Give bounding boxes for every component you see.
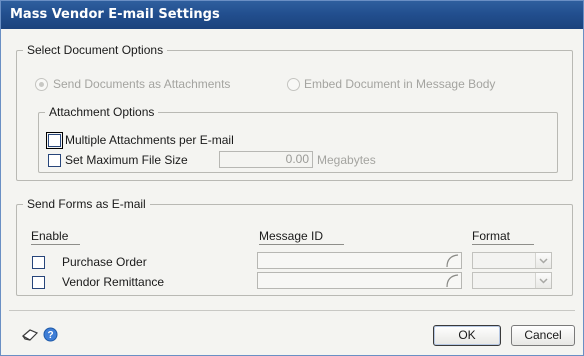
svg-text:?: ? [47, 330, 53, 341]
purchase-order-message-id-input[interactable] [257, 252, 462, 269]
enable-column-header: Enable [31, 229, 80, 245]
send-as-attachments-label[interactable]: Send Documents as Attachments [53, 77, 230, 91]
max-file-size-checkbox[interactable] [48, 154, 61, 167]
send-forms-legend: Send Forms as E-mail [27, 197, 146, 211]
embed-in-body-label[interactable]: Embed Document in Message Body [304, 77, 495, 91]
vendor-remittance-label: Vendor Remittance [62, 275, 165, 289]
multiple-attachments-label[interactable]: Multiple Attachments per E-mail [65, 133, 234, 147]
max-file-size-value: 0.00 [285, 152, 309, 166]
purchase-order-format-dropdown-arrow[interactable] [535, 253, 551, 268]
purchase-order-format-select[interactable] [472, 252, 552, 269]
vendor-remittance-format-select[interactable] [472, 272, 552, 289]
cancel-button-label: Cancel [524, 328, 562, 342]
chevron-down-icon [539, 278, 548, 284]
vendor-remittance-enable-checkbox[interactable] [32, 276, 45, 289]
document-options-legend: Select Document Options [27, 43, 164, 57]
dialog-window: Mass Vendor E-mail Settings Select Docum… [0, 0, 584, 356]
window-title: Mass Vendor E-mail Settings [10, 7, 220, 22]
format-column-header: Format [472, 229, 534, 245]
message-id-column-header: Message ID [259, 229, 344, 245]
purchase-order-label: Purchase Order [62, 255, 147, 269]
note-icon[interactable] [21, 327, 39, 343]
title-bar: Mass Vendor E-mail Settings [1, 1, 583, 29]
multiple-attachments-checkbox[interactable] [46, 132, 63, 149]
embed-in-body-radio[interactable] [287, 78, 300, 91]
purchase-order-enable-checkbox[interactable] [32, 256, 45, 269]
ok-button-label: OK [458, 328, 476, 342]
footer-divider [9, 310, 575, 311]
help-icon[interactable]: ? [43, 327, 58, 342]
cancel-button[interactable]: Cancel [511, 325, 575, 346]
ok-button[interactable]: OK [433, 325, 501, 346]
send-as-attachments-radio[interactable] [35, 78, 48, 91]
megabytes-unit-label: Megabytes [317, 153, 376, 167]
vendor-remittance-message-id-input[interactable] [257, 272, 462, 289]
vendor-remittance-lookup-icon[interactable] [445, 273, 460, 288]
purchase-order-lookup-icon[interactable] [445, 253, 460, 268]
chevron-down-icon [539, 258, 548, 264]
max-file-size-input[interactable]: 0.00 [219, 151, 313, 168]
attachment-options-legend: Attachment Options [49, 105, 155, 119]
max-file-size-label[interactable]: Set Maximum File Size [65, 153, 188, 167]
vendor-remittance-format-dropdown-arrow[interactable] [535, 273, 551, 288]
